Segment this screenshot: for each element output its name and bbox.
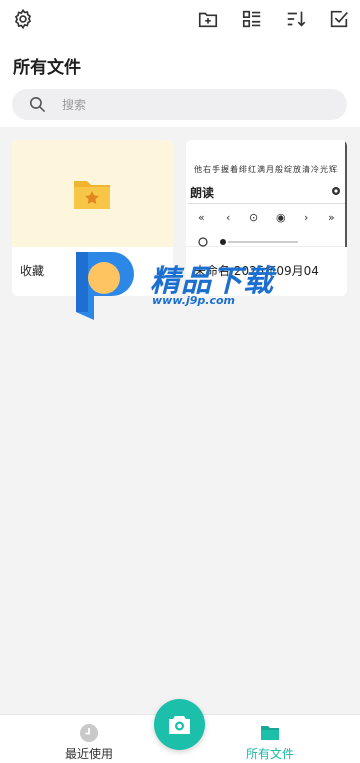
- document-thumbnail: 他右手握着绯红满月般绽放清冷光辉 朗读 « ‹ ⊙ ◉ › »: [186, 140, 347, 247]
- settings-icon[interactable]: [12, 8, 34, 30]
- file-name: 未命名 2025年09月04: [194, 264, 319, 278]
- prev-icon: ‹: [226, 211, 231, 224]
- select-icon[interactable]: [328, 8, 350, 30]
- nav-recent-label: 最近使用: [64, 747, 113, 761]
- gear-icon: [332, 187, 340, 195]
- search-bar[interactable]: [12, 89, 347, 120]
- document-card[interactable]: 他右手握着绯红满月般绽放清冷光辉 朗读 « ‹ ⊙ ◉ › » 未命名 2025…: [186, 140, 347, 296]
- nav-all-files[interactable]: 所有文件: [220, 715, 320, 763]
- nav-recent[interactable]: 最近使用: [39, 715, 139, 763]
- divider: [188, 203, 346, 204]
- sort-icon[interactable]: [285, 8, 307, 30]
- camera-icon: [169, 716, 190, 734]
- forward-icon: »: [328, 211, 335, 224]
- play-icon: ◉: [276, 211, 286, 224]
- new-folder-icon[interactable]: [197, 8, 219, 30]
- search-icon: [28, 95, 47, 114]
- pause-icon: ⊙: [249, 211, 259, 224]
- progress-icon: [198, 237, 298, 247]
- rewind-icon: «: [198, 211, 205, 224]
- folder-thumbnail: [12, 140, 173, 247]
- list-view-icon[interactable]: [241, 8, 263, 30]
- camera-button[interactable]: [154, 699, 205, 750]
- nav-all-label: 所有文件: [245, 747, 294, 761]
- star-folder-icon: [74, 181, 110, 209]
- page-title: 所有文件: [13, 58, 81, 78]
- preview-title: 朗读: [190, 186, 215, 200]
- folder-icon: [261, 726, 279, 740]
- preview-text: 他右手握着绯红满月般绽放清冷光辉: [194, 165, 338, 174]
- file-name: 收藏: [20, 264, 45, 278]
- top-area: 所有文件: [0, 0, 360, 127]
- next-icon: ›: [304, 211, 309, 224]
- toolbar: [0, 0, 360, 40]
- scroll-edge: [345, 140, 347, 247]
- playback-controls: « ‹ ⊙ ◉ › »: [186, 211, 347, 225]
- search-input[interactable]: [62, 89, 332, 120]
- folder-card-favorites[interactable]: 收藏: [12, 140, 173, 296]
- clock-icon: [80, 724, 98, 742]
